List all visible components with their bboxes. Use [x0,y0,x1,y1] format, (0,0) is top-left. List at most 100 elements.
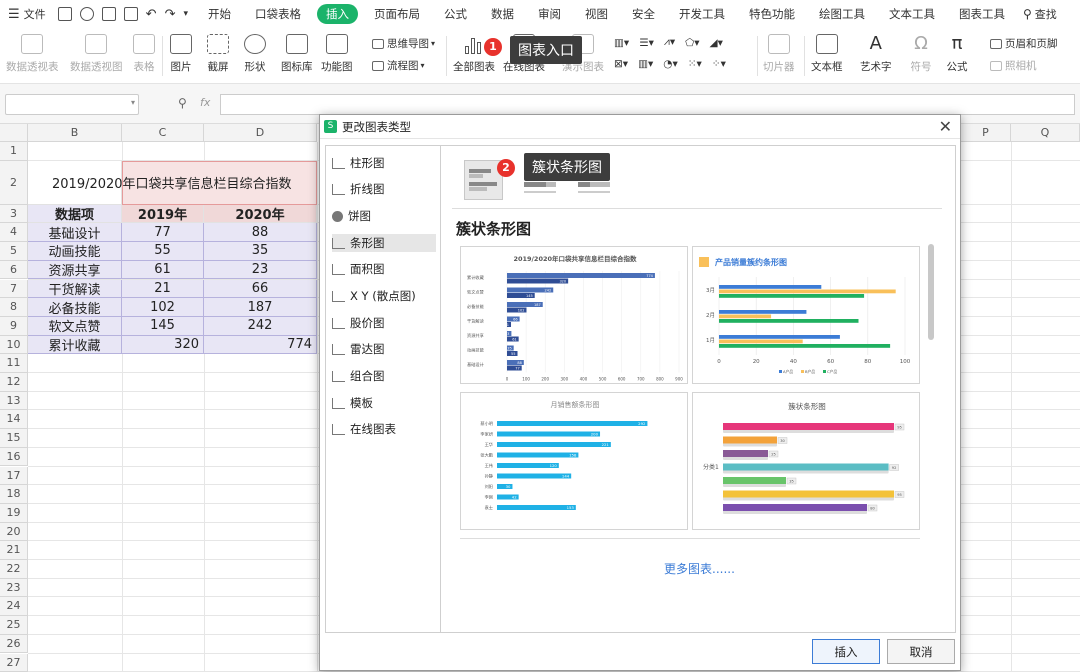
camera-button[interactable]: 照相机 [990,58,1037,73]
header-footer-button[interactable]: 页眉和页脚 [990,36,1058,51]
category-template[interactable]: 模板 [332,394,436,412]
row-header-16[interactable]: 16 [0,448,28,467]
icon-library-button[interactable]: 图标库 [281,34,313,74]
print-preview-icon[interactable] [124,7,138,21]
category-pie[interactable]: 饼图 [332,207,436,225]
more-charts-link[interactable]: 更多图表...... [664,560,735,577]
category-online[interactable]: 在线图表 [332,420,436,438]
row-header-20[interactable]: 20 [0,523,28,542]
function-chart-button[interactable]: 功能图 [321,34,353,74]
formula-button[interactable]: π公式 [946,34,968,74]
title-cell[interactable]: 2019/2020年口袋共享信息栏目综合指数 [28,161,122,205]
row-header-1[interactable]: 1 [0,142,28,161]
chart-type-row-1[interactable]: ▥▾ ☰▾ ⩘▾ ⬠▾ ◢▾ [614,36,723,49]
row-header-27[interactable]: 27 [0,654,28,672]
customize-dropdown-icon[interactable]: ▾ [183,9,188,19]
row-header-4[interactable]: 4 [0,223,28,242]
preview-card-index[interactable]: 2019/2020年口袋共享信息栏目综合指数 77432024214518710… [460,246,688,384]
gallery-scrollbar[interactable] [928,244,934,340]
data-2020-cell[interactable]: 242 [204,317,317,336]
tab-formula[interactable]: 公式 [432,6,479,22]
data-name-cell[interactable]: 必备技能 [28,298,122,317]
row-header-19[interactable]: 19 [0,504,28,523]
column-header-p[interactable]: P [961,124,1011,142]
tab-security[interactable]: 安全 [620,6,667,22]
data-2019-cell[interactable]: 102 [122,298,204,317]
search-box[interactable]: ⚲ 查找 [1017,6,1063,22]
row-header-5[interactable]: 5 [0,242,28,261]
column-header-q[interactable]: Q [1011,124,1080,142]
fx-label[interactable]: fx [200,96,210,109]
file-menu[interactable]: ☰ 文件 [0,6,54,22]
tab-page-layout[interactable]: 页面布局 [362,6,432,22]
row-header-9[interactable]: 9 [0,317,28,336]
print-icon[interactable] [102,7,116,21]
data-2020-cell[interactable]: 187 [204,298,317,317]
category-radar[interactable]: 雷达图 [332,340,436,358]
data-2019-cell[interactable]: 145 [122,317,204,336]
row-header-21[interactable]: 21 [0,541,28,560]
row-header-11[interactable]: 11 [0,354,28,373]
row-header-7[interactable]: 7 [0,280,28,299]
row-header-13[interactable]: 13 [0,392,28,411]
tab-review[interactable]: 审阅 [526,6,573,22]
symbol-button[interactable]: Ω符号 [910,34,932,74]
data-2020-cell[interactable]: 88 [204,223,317,242]
chart-type-row-2[interactable]: ⊠▾ ▥▾ ◔▾ ⁙▾ ⁘▾ [614,58,726,70]
category-area[interactable]: 面积图 [332,260,436,278]
tab-view[interactable]: 视图 [573,6,620,22]
header-2019[interactable]: 2019年 [122,205,204,224]
pivot-chart-button[interactable]: 数据透视图 [70,34,123,74]
tab-insert[interactable]: 插入 [317,4,358,24]
data-name-cell[interactable]: 软文点赞 [28,317,122,336]
tab-data[interactable]: 数据 [479,6,526,22]
cancel-button[interactable]: 取消 [887,639,955,664]
data-name-cell[interactable]: 基础设计 [28,223,122,242]
tab-pocket-table[interactable]: 口袋表格 [243,6,313,22]
row-header-2[interactable]: 2 [0,161,28,205]
tab-drawing-tools[interactable]: 绘图工具 [807,6,877,22]
quick-print-icon[interactable] [80,7,94,21]
row-header-3[interactable]: 3 [0,205,28,224]
category-scatter[interactable]: X Y (散点图) [332,287,436,305]
column-header-c[interactable]: C [122,124,204,142]
data-2020-cell[interactable]: 774 [204,336,317,355]
row-header-18[interactable]: 18 [0,485,28,504]
slicer-button[interactable]: 切片器 [763,34,795,74]
row-header-23[interactable]: 23 [0,579,28,598]
data-2020-cell[interactable]: 66 [204,280,317,299]
data-2019-cell[interactable]: 21 [122,280,204,299]
screenshot-button[interactable]: 截屏 [207,34,229,74]
category-column[interactable]: 柱形图 [332,154,436,172]
category-combo[interactable]: 组合图 [332,367,436,385]
preview-card-clustered[interactable]: 簇状条形图 分类1 95302592359580 [692,392,920,530]
header-2020[interactable]: 2020年 [204,205,317,224]
data-name-cell[interactable]: 动画技能 [28,242,122,261]
row-header-12[interactable]: 12 [0,373,28,392]
name-box[interactable]: ▾ [5,94,139,115]
tab-text-tools[interactable]: 文本工具 [877,6,947,22]
wordart-button[interactable]: A艺术字 [860,34,892,74]
data-2020-cell[interactable]: 23 [204,261,317,280]
data-name-cell[interactable]: 干货解读 [28,280,122,299]
category-bar[interactable]: 条形图 [332,234,436,252]
row-header-25[interactable]: 25 [0,616,28,635]
row-header-26[interactable]: 26 [0,635,28,654]
tab-features[interactable]: 特色功能 [737,6,807,22]
mind-map-button[interactable]: 思维导图▾ [372,36,435,51]
table-button[interactable]: 表格 [133,34,155,74]
row-header-24[interactable]: 24 [0,597,28,616]
data-name-cell[interactable]: 累计收藏 [28,336,122,355]
data-2019-cell[interactable]: 61 [122,261,204,280]
data-2019-cell[interactable]: 320 [122,336,204,355]
tab-start[interactable]: 开始 [196,6,243,22]
data-name-cell[interactable]: 资源共享 [28,261,122,280]
row-header-8[interactable]: 8 [0,298,28,317]
column-header-b[interactable]: B [28,124,122,142]
data-2019-cell[interactable]: 55 [122,242,204,261]
preview-card-product-sales[interactable]: 产品销量簇约条形图 3月2月1月 020406080100 A产品B产品C产品 [692,246,920,384]
row-header-14[interactable]: 14 [0,410,28,429]
picture-button[interactable]: 图片 [170,34,192,74]
row-header-15[interactable]: 15 [0,429,28,448]
row-header-6[interactable]: 6 [0,261,28,280]
